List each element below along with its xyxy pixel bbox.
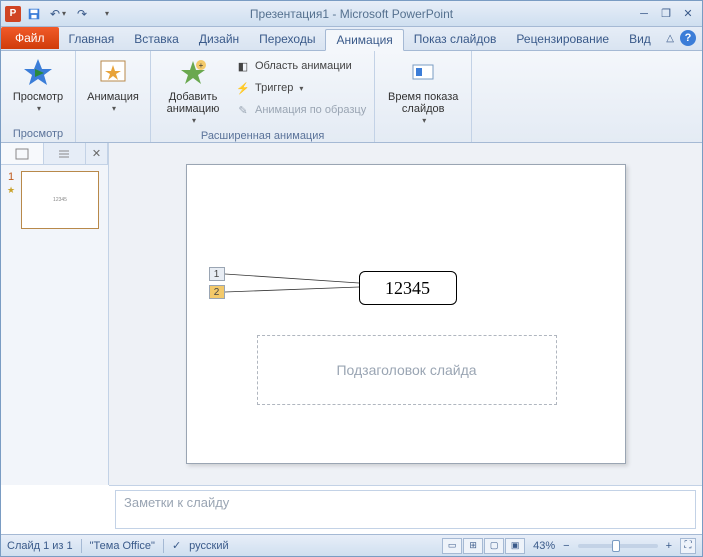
thumbnail-preview: 12345 bbox=[21, 171, 99, 229]
notes-input[interactable]: Заметки к слайду bbox=[115, 490, 696, 529]
group-animation: Анимация▾ bbox=[76, 51, 151, 142]
thumbnail-number: 1★ bbox=[5, 171, 17, 229]
ribbon: Просмотр▾ Просмотр Анимация▾ + Добавить … bbox=[1, 51, 702, 143]
status-slide-info: Слайд 1 из 1 bbox=[7, 540, 73, 552]
thumb-tab-slides[interactable] bbox=[1, 143, 44, 164]
trigger-icon: ⚡ bbox=[235, 80, 251, 96]
pane-icon: ◧ bbox=[235, 58, 251, 74]
subtitle-placeholder[interactable]: Подзаголовок слайда bbox=[257, 335, 557, 405]
tab-file[interactable]: Файл bbox=[1, 27, 59, 49]
spellcheck-icon[interactable]: ✓ bbox=[172, 539, 181, 552]
qat-save[interactable] bbox=[23, 3, 45, 25]
tab-slideshow[interactable]: Показ слайдов bbox=[404, 28, 507, 50]
trigger-button[interactable]: ⚡Триггер▾ bbox=[233, 77, 368, 99]
timing-icon bbox=[407, 57, 439, 89]
zoom-label: 43% bbox=[533, 540, 555, 552]
ribbon-tabs: Файл Главная Вставка Дизайн Переходы Ани… bbox=[1, 27, 702, 51]
window-minimize[interactable]: ─ bbox=[634, 6, 654, 22]
title-textbox[interactable]: 12345 bbox=[359, 271, 457, 305]
slide-thumbnail-1[interactable]: 1★ 12345 bbox=[5, 171, 104, 229]
timing-button[interactable]: Время показа слайдов▾ bbox=[381, 55, 465, 128]
zoom-thumb[interactable] bbox=[612, 540, 620, 552]
title-bar: P ↶▾ ↷ ▾ Презентация1 - Microsoft PowerP… bbox=[1, 1, 702, 27]
app-icon: P bbox=[5, 6, 21, 22]
group-timing: Время показа слайдов▾ bbox=[375, 51, 472, 142]
tab-design[interactable]: Дизайн bbox=[189, 28, 249, 50]
tab-transitions[interactable]: Переходы bbox=[249, 28, 325, 50]
slide-editor[interactable]: 1 2 12345 Подзаголовок слайда bbox=[109, 143, 702, 485]
animation-gallery-button[interactable]: Анимация▾ bbox=[82, 55, 144, 116]
view-normal[interactable]: ▭ bbox=[442, 538, 462, 554]
group-preview: Просмотр▾ Просмотр bbox=[1, 51, 76, 142]
ribbon-minimize-icon[interactable]: △ bbox=[666, 33, 674, 44]
view-buttons: ▭ ⊞ ▢ ▣ bbox=[442, 538, 525, 554]
tab-insert[interactable]: Вставка bbox=[124, 28, 189, 50]
tab-view[interactable]: Вид bbox=[619, 28, 661, 50]
zoom-out[interactable]: − bbox=[563, 540, 569, 552]
view-slideshow[interactable]: ▣ bbox=[505, 538, 525, 554]
view-sorter[interactable]: ⊞ bbox=[463, 538, 483, 554]
view-reading[interactable]: ▢ bbox=[484, 538, 504, 554]
zoom-slider[interactable] bbox=[578, 544, 658, 548]
window-restore[interactable]: ❐ bbox=[656, 6, 676, 22]
slides-tab-icon bbox=[15, 148, 29, 160]
group-label-preview: Просмотр bbox=[7, 126, 69, 140]
thumb-pane-close[interactable]: ✕ bbox=[86, 143, 108, 164]
add-animation-icon: + bbox=[177, 57, 209, 89]
group-label-timing bbox=[381, 128, 465, 142]
help-icon[interactable]: ? bbox=[680, 30, 696, 46]
svg-text:+: + bbox=[199, 61, 204, 70]
animation-tag-2[interactable]: 2 bbox=[209, 285, 225, 299]
animation-pane-button[interactable]: ◧Область анимации bbox=[233, 55, 368, 77]
animation-icon bbox=[97, 57, 129, 89]
window-close[interactable]: ✕ bbox=[678, 6, 698, 22]
thumb-tab-outline[interactable] bbox=[44, 143, 87, 164]
status-language[interactable]: русский bbox=[189, 540, 228, 552]
qat-undo[interactable]: ↶▾ bbox=[47, 3, 69, 25]
animation-painter-button: ✎Анимация по образцу bbox=[233, 99, 368, 121]
preview-button[interactable]: Просмотр▾ bbox=[7, 55, 69, 116]
zoom-fit[interactable]: ⛶ bbox=[680, 538, 696, 554]
tab-animations[interactable]: Анимация bbox=[325, 29, 403, 51]
animation-indicator-icon: ★ bbox=[7, 185, 15, 196]
star-play-icon bbox=[22, 57, 54, 89]
zoom-in[interactable]: + bbox=[666, 540, 672, 552]
add-animation-button[interactable]: + Добавить анимацию▾ bbox=[157, 55, 229, 128]
painter-icon: ✎ bbox=[235, 102, 251, 118]
outline-tab-icon bbox=[57, 148, 71, 160]
qat-customize[interactable]: ▾ bbox=[95, 3, 117, 25]
animation-tag-1[interactable]: 1 bbox=[209, 267, 225, 281]
main-area: ✕ 1★ 12345 1 2 12345 Подзаголовок слайда bbox=[1, 143, 702, 485]
status-theme: "Тема Office" bbox=[90, 540, 155, 552]
group-label-advanced: Расширенная анимация bbox=[157, 128, 368, 142]
notes-pane-wrapper: Заметки к слайду bbox=[109, 485, 702, 533]
status-bar: Слайд 1 из 1 "Тема Office" ✓ русский ▭ ⊞… bbox=[1, 534, 702, 556]
qat-redo[interactable]: ↷ bbox=[71, 3, 93, 25]
tab-review[interactable]: Рецензирование bbox=[506, 28, 619, 50]
group-advanced-animation: + Добавить анимацию▾ ◧Область анимации ⚡… bbox=[151, 51, 375, 142]
thumbnail-pane: ✕ 1★ 12345 bbox=[1, 143, 109, 485]
tab-home[interactable]: Главная bbox=[59, 28, 125, 50]
group-label-animation bbox=[82, 126, 144, 140]
slide-canvas[interactable]: 1 2 12345 Подзаголовок слайда bbox=[186, 164, 626, 464]
